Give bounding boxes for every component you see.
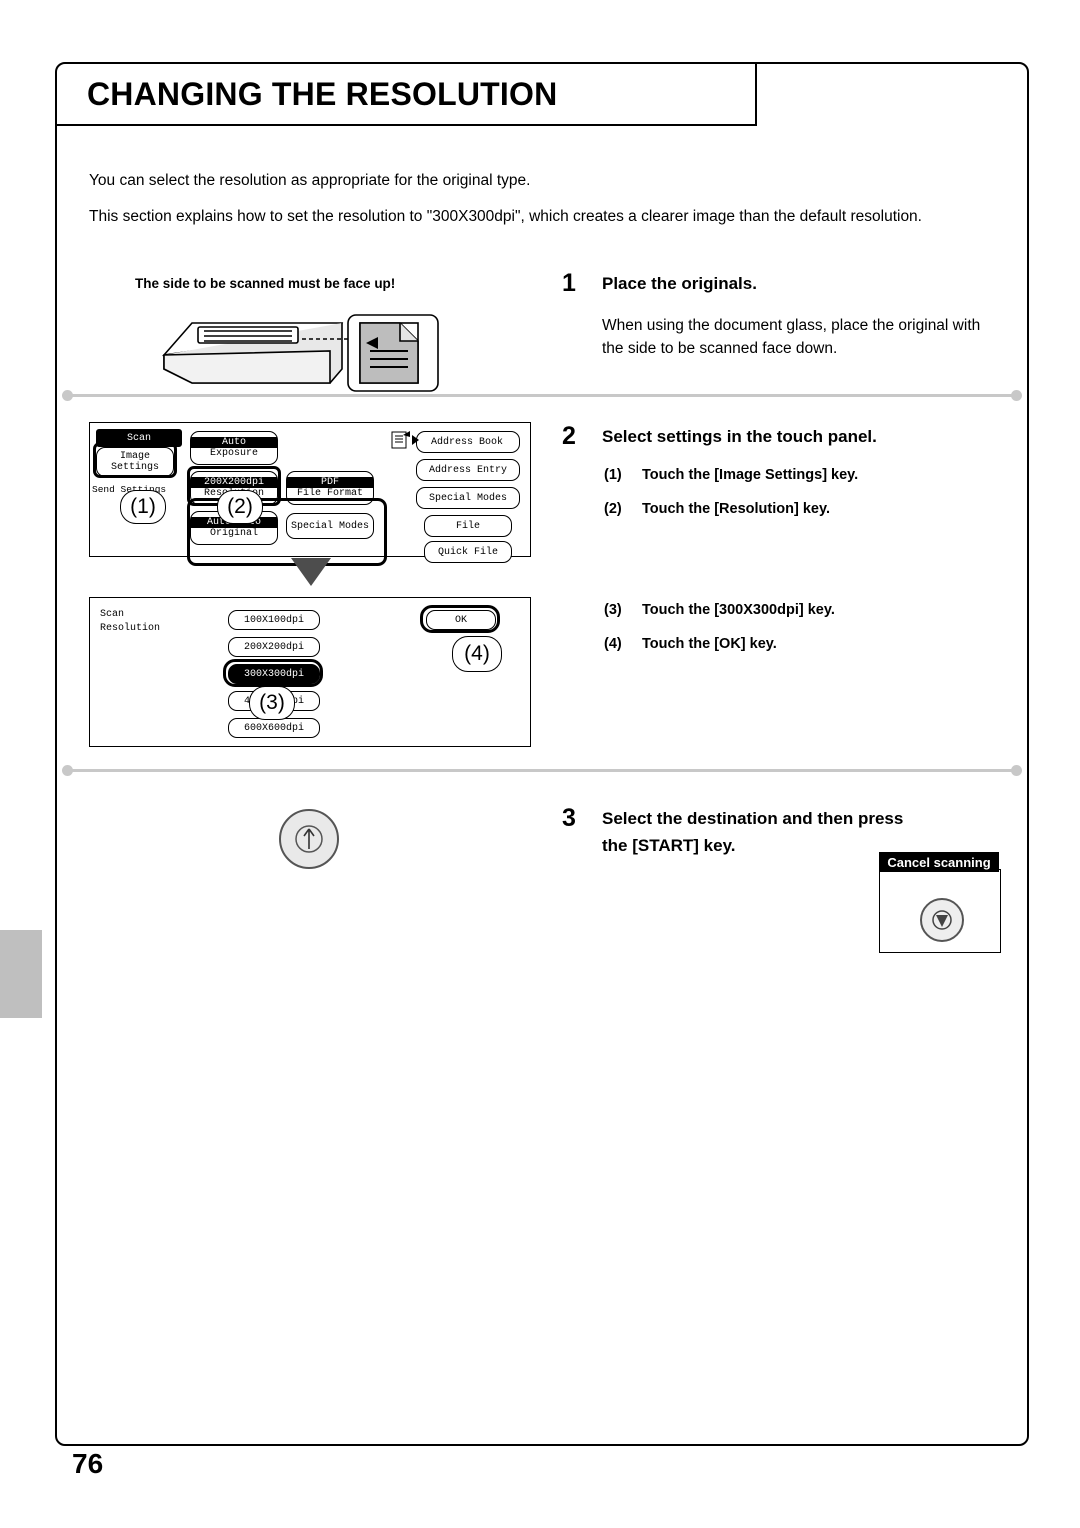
page-title-box: CHANGING THE RESOLUTION <box>57 64 757 126</box>
address-book-arrow-icon <box>412 435 419 445</box>
intro-line-1: You can select the resolution as appropr… <box>89 172 531 189</box>
address-book-icon <box>391 431 410 449</box>
highlight-ok <box>420 605 500 633</box>
resolution-option-600[interactable]: 600X600dpi <box>228 718 320 738</box>
step-3-heading-line1: Select the destination and then press <box>602 809 904 828</box>
highlight-300dpi <box>223 659 323 687</box>
step-1-body: When using the document glass, place the… <box>602 317 981 357</box>
scanner-illustration <box>161 314 439 392</box>
substep-4-index: (4) <box>604 636 622 652</box>
face-up-label: The side to be scanned must be face up! <box>135 276 396 291</box>
step-separator-2 <box>62 765 1022 776</box>
page-frame: CHANGING THE RESOLUTION You can select t… <box>55 62 1029 1446</box>
resolution-option-200[interactable]: 200X200dpi <box>228 637 320 657</box>
substep-3-text: Touch the [300X300dpi] key. <box>642 602 835 618</box>
down-arrow-icon <box>291 558 331 586</box>
callout-1: (1) <box>120 490 166 524</box>
substep-1-text: Touch the [Image Settings] key. <box>642 467 859 483</box>
start-button-icon <box>295 825 323 853</box>
step-3-number: 3 <box>562 804 576 832</box>
start-button[interactable] <box>279 809 339 869</box>
panel-auto-exposure-key[interactable]: Auto Exposure <box>190 431 278 465</box>
panel-exposure-label: Exposure <box>209 448 258 459</box>
step-3-heading-line2: the [START] key. <box>602 836 736 855</box>
cancel-scanning-panel <box>879 869 1001 953</box>
stop-button[interactable] <box>920 898 964 942</box>
step-1-heading: Place the originals. <box>602 274 757 293</box>
panel-file-key[interactable]: File <box>424 515 512 537</box>
step-2-heading: Select settings in the touch panel. <box>602 427 877 446</box>
page-edge-tab <box>0 930 42 1018</box>
intro-line-2: This section explains how to set the res… <box>89 208 922 225</box>
callout-4: (4) <box>452 636 502 672</box>
resolution-panel-title-line1: Scan <box>100 609 125 620</box>
page-number: 76 <box>72 1448 104 1479</box>
substep-1-index: (1) <box>604 467 622 483</box>
step-separator-1 <box>62 390 1022 401</box>
resolution-panel-title-line2: Resolution <box>100 623 161 634</box>
panel-address-book-key[interactable]: Address Book <box>416 431 520 453</box>
substep-3-index: (3) <box>604 602 622 618</box>
panel-address-entry-key[interactable]: Address Entry <box>416 459 520 481</box>
resolution-option-100[interactable]: 100X100dpi <box>228 610 320 630</box>
resolution-panel-title: Scan Resolution <box>100 608 160 636</box>
substep-2-text: Touch the [Resolution] key. <box>642 501 830 517</box>
substep-2-index: (2) <box>604 501 622 517</box>
stop-button-icon <box>932 910 952 930</box>
highlight-image-settings <box>93 442 177 478</box>
substep-4-text: Touch the [OK] key. <box>642 636 777 652</box>
step-2-number: 2 <box>562 422 576 450</box>
callout-3: (3) <box>249 686 295 720</box>
panel-file-format-value: PDF <box>287 477 373 488</box>
panel-special-modes-right-key[interactable]: Special Modes <box>416 487 520 509</box>
cancel-scanning-label: Cancel scanning <box>879 852 999 872</box>
step-1-number: 1 <box>562 269 576 297</box>
intro-text: You can select the resolution as appropr… <box>89 169 989 241</box>
panel-exposure-value: Auto <box>191 437 277 448</box>
panel-quick-file-key[interactable]: Quick File <box>424 541 512 563</box>
callout-2: (2) <box>217 490 263 524</box>
page-title: CHANGING THE RESOLUTION <box>87 76 558 112</box>
